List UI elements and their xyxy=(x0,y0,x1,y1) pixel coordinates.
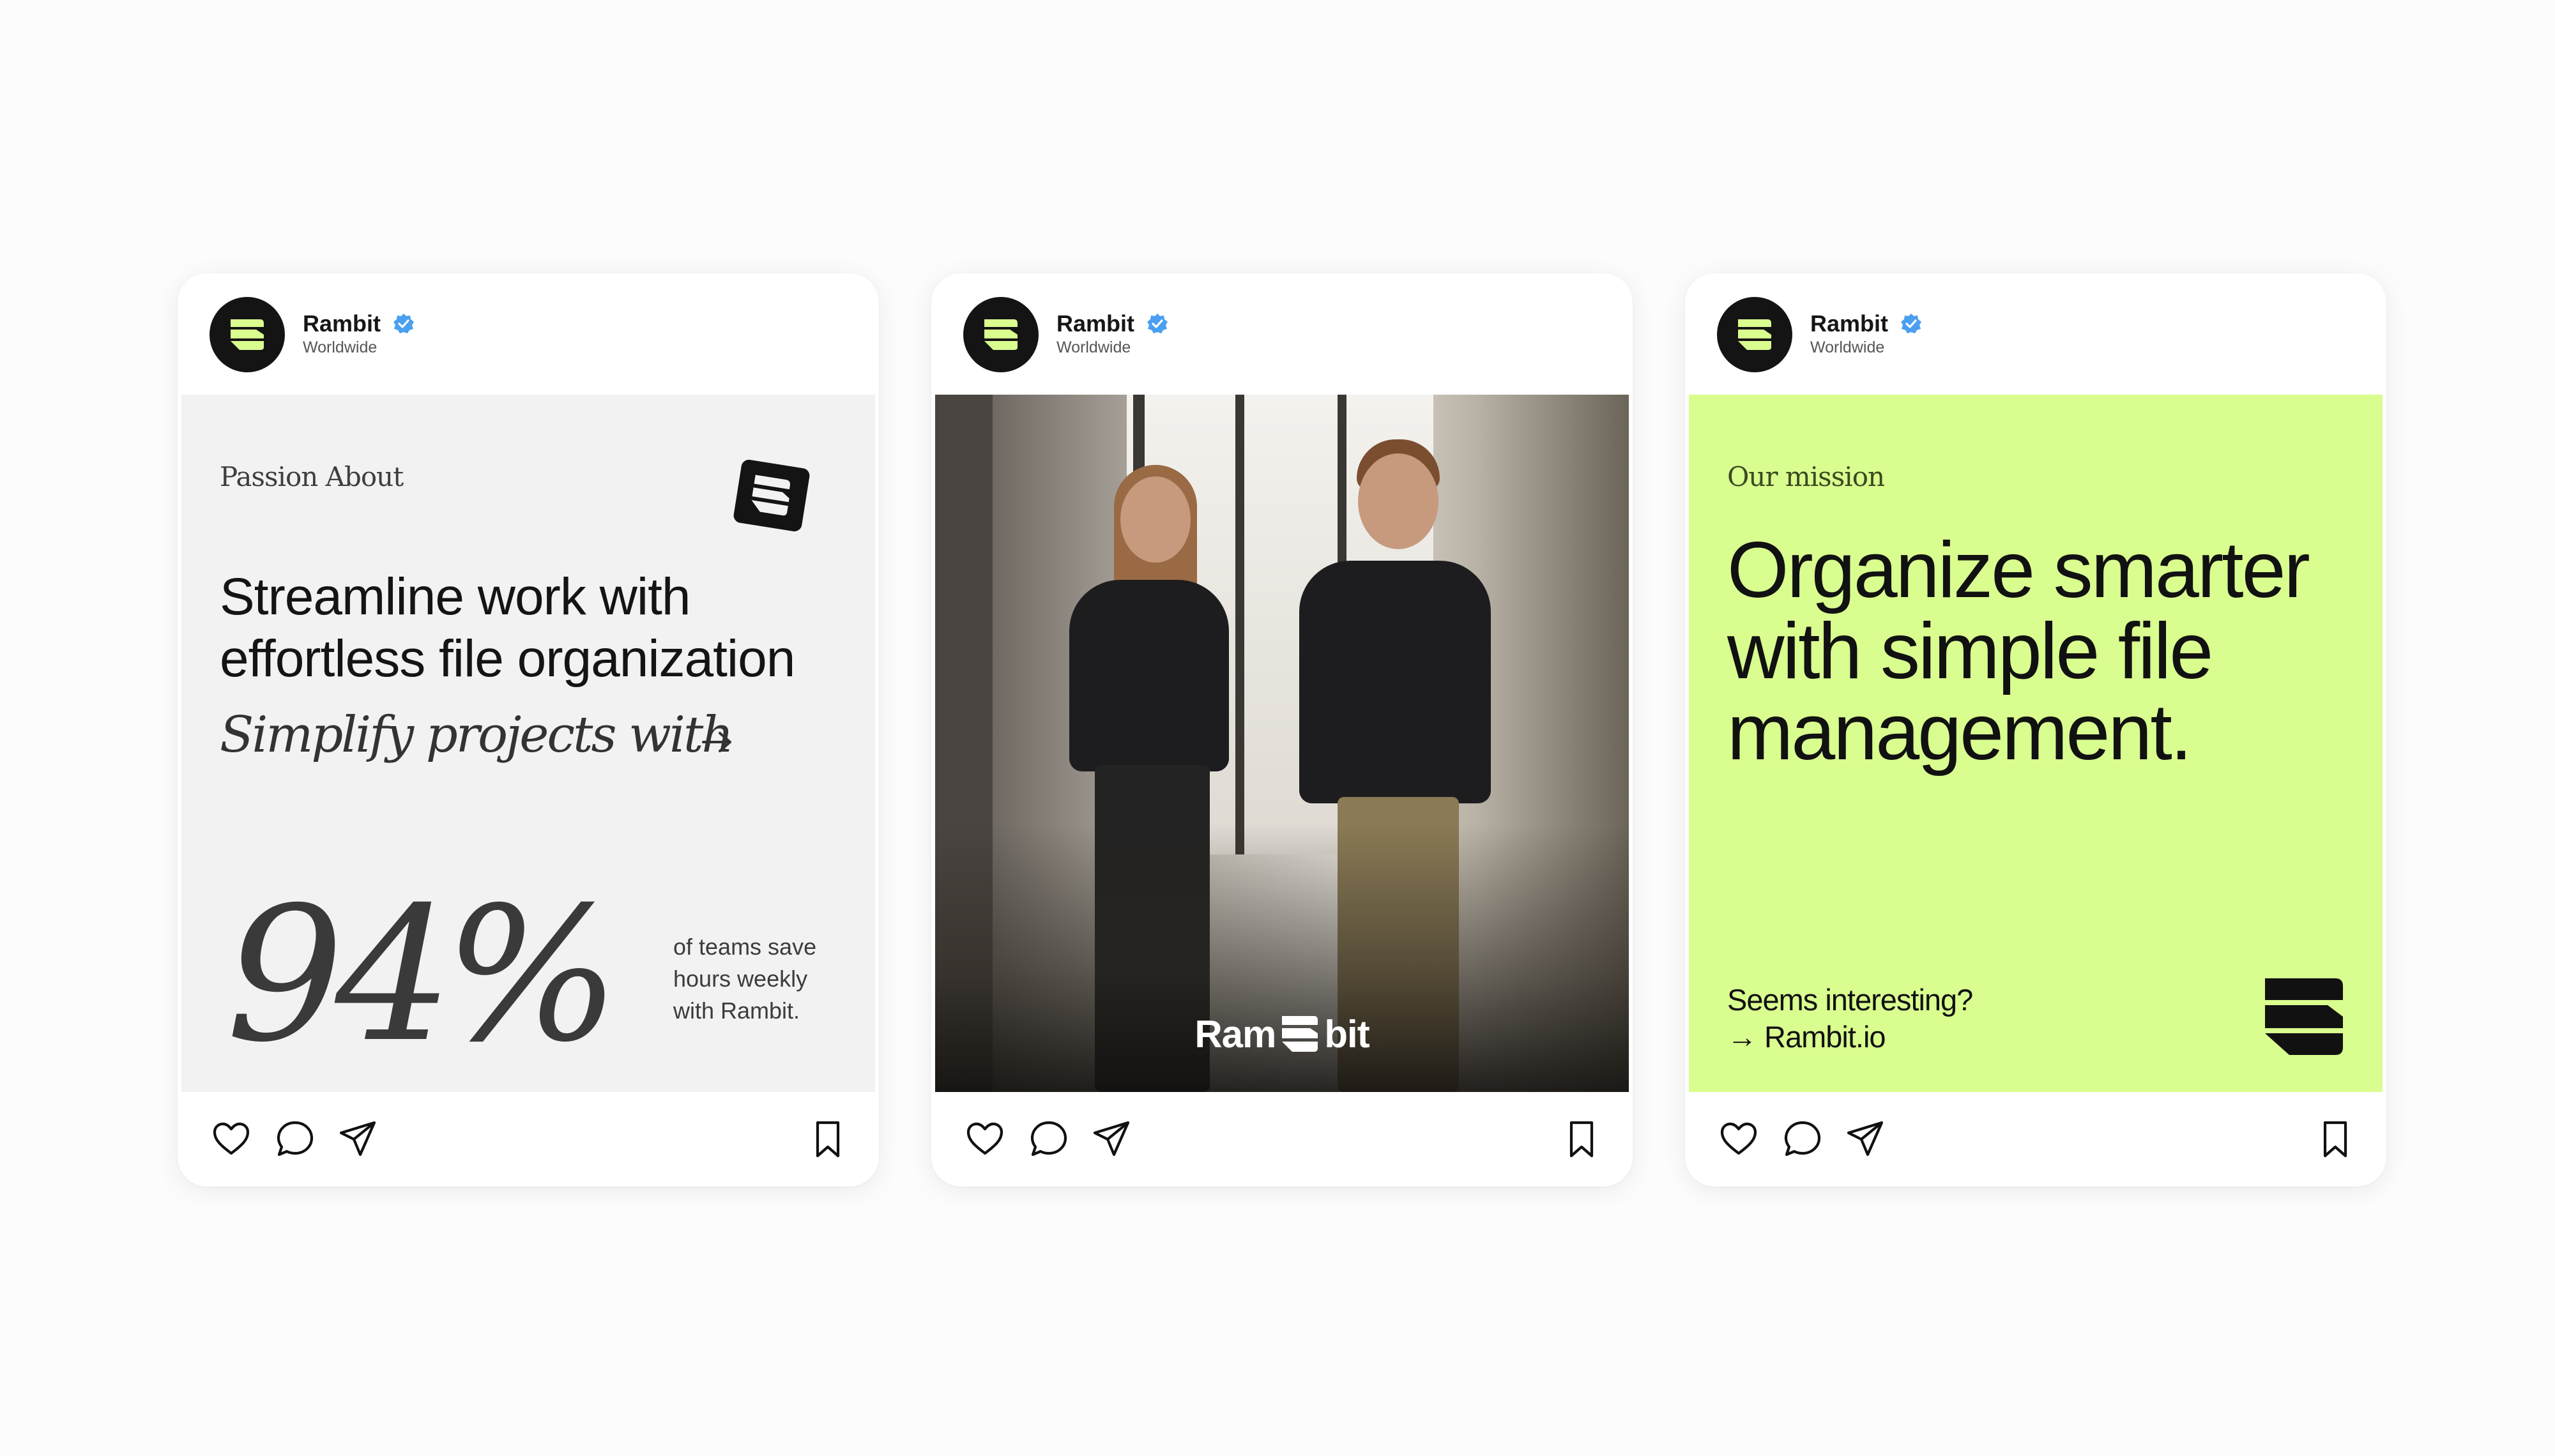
verified-badge-icon xyxy=(1147,314,1168,333)
comment-button[interactable] xyxy=(275,1119,316,1160)
send-icon xyxy=(1847,1121,1884,1156)
headline-line: Organize smarter xyxy=(1727,526,2310,614)
bookmark-icon xyxy=(816,1121,840,1158)
rambit-logo-icon xyxy=(984,319,1018,350)
post-header: Rambit Worldwide xyxy=(931,273,1633,395)
rambit-logo-icon xyxy=(1282,1016,1318,1052)
heart-icon xyxy=(213,1122,250,1155)
rambit-logo-icon xyxy=(1738,319,1771,350)
face xyxy=(1358,453,1438,549)
account-location: Worldwide xyxy=(1810,338,1885,356)
avatar[interactable] xyxy=(210,297,285,372)
comment-button[interactable] xyxy=(1028,1119,1069,1160)
verified-badge-icon xyxy=(1901,314,1921,333)
post-card-mission: Rambit Worldwide Our mission Organize sm… xyxy=(1685,273,2386,1187)
bookmark-icon xyxy=(1569,1121,1594,1158)
like-button[interactable] xyxy=(211,1119,252,1160)
heart-icon xyxy=(1720,1122,1757,1155)
post-eyebrow: Passion About xyxy=(220,461,404,492)
share-button[interactable] xyxy=(337,1119,378,1160)
post-actions xyxy=(1685,1092,2386,1187)
post-header: Rambit Worldwide xyxy=(178,273,879,395)
sweater xyxy=(1069,580,1229,771)
account-name[interactable]: Rambit xyxy=(1056,310,1134,337)
account-location: Worldwide xyxy=(303,338,378,356)
comment-icon xyxy=(1784,1121,1821,1156)
account-name[interactable]: Rambit xyxy=(1810,310,1888,337)
post-card-stat: Rambit Worldwide Passion About Streamlin… xyxy=(178,273,879,1187)
cta-link[interactable]: → Rambit.io xyxy=(1727,1019,1886,1054)
cta-question: Seems interesting? xyxy=(1727,983,1973,1017)
like-button[interactable] xyxy=(1718,1119,1759,1160)
post-card-photo: Rambit Worldwide Ram bit xyxy=(931,273,1633,1187)
stat-description-line: with Rambit. xyxy=(673,997,800,1024)
avatar[interactable] xyxy=(1717,297,1792,372)
post-media: Our mission Organize smarter with simple… xyxy=(1689,395,2383,1092)
office-photo xyxy=(935,395,1629,1092)
comment-icon xyxy=(1030,1121,1067,1156)
save-button[interactable] xyxy=(1561,1119,1602,1160)
account-name[interactable]: Rambit xyxy=(303,310,381,337)
verified-badge-icon xyxy=(393,314,414,333)
share-button[interactable] xyxy=(1845,1119,1886,1160)
stat-description-line: hours weekly xyxy=(673,966,808,992)
send-icon xyxy=(339,1121,376,1156)
post-subhead: Simplify projects with xyxy=(220,706,734,764)
comment-icon xyxy=(277,1121,314,1156)
headline-line: with simple file xyxy=(1727,607,2213,695)
post-eyebrow: Our mission xyxy=(1727,461,1885,492)
rambit-logo-icon xyxy=(2265,978,2343,1055)
arrow-right-icon xyxy=(702,732,731,752)
stat-value: 94% xyxy=(226,868,620,1083)
wordmark-text: Ram xyxy=(1194,1012,1276,1056)
send-icon xyxy=(1093,1121,1130,1156)
wordmark-text: bit xyxy=(1324,1012,1369,1056)
rambit-wordmark: Ram bit xyxy=(935,1009,1629,1056)
save-button[interactable] xyxy=(2315,1119,2356,1160)
face xyxy=(1120,476,1191,563)
post-headline: Streamline work with effortless file org… xyxy=(220,568,795,688)
headline-line: management. xyxy=(1727,688,2192,777)
post-media: Passion About Streamline work with effor… xyxy=(181,395,875,1092)
post-header: Rambit Worldwide xyxy=(1685,273,2386,395)
save-button[interactable] xyxy=(807,1119,848,1160)
bookmark-icon xyxy=(2323,1121,2347,1158)
post-actions xyxy=(178,1092,879,1187)
post-headline: Organize smarter with simple file manage… xyxy=(1727,530,2366,773)
share-button[interactable] xyxy=(1091,1119,1132,1160)
post-actions xyxy=(931,1092,1633,1187)
avatar[interactable] xyxy=(963,297,1039,372)
rambit-logo-icon xyxy=(733,459,810,532)
heart-icon xyxy=(966,1122,1003,1155)
stat-description: of teams save hours weekly with Rambit. xyxy=(673,931,865,1027)
sweater xyxy=(1299,561,1491,803)
post-photo: Ram bit xyxy=(935,395,1629,1092)
like-button[interactable] xyxy=(965,1119,1005,1160)
comment-button[interactable] xyxy=(1782,1119,1823,1160)
rambit-logo-icon xyxy=(231,319,264,350)
stat-description-line: of teams save xyxy=(673,934,817,960)
account-location: Worldwide xyxy=(1056,338,1131,356)
